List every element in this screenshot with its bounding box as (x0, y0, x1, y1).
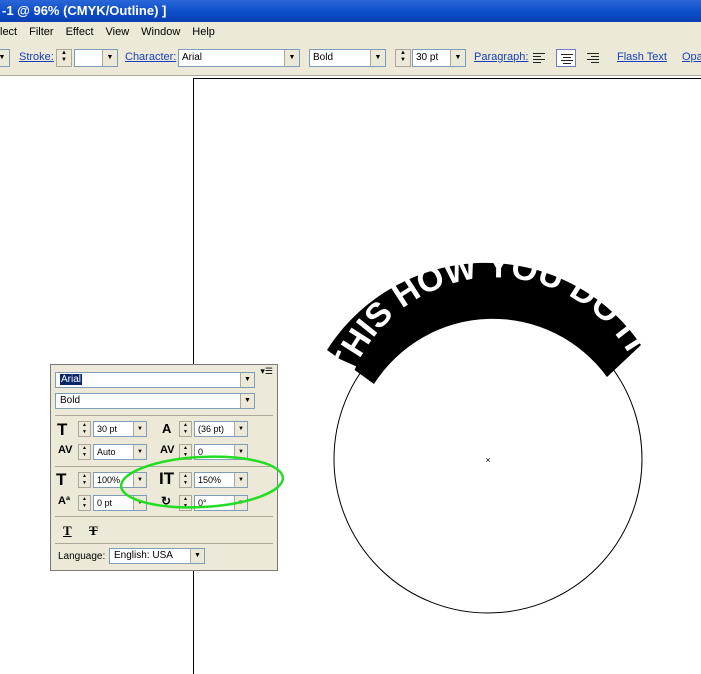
character-rotation-stepper[interactable]: ▲ ▼ (179, 495, 192, 511)
leading-icon: A (162, 421, 172, 436)
panel-divider (55, 516, 273, 517)
kerning-value: Auto (97, 447, 116, 457)
vertical-scale-icon: IT (159, 469, 175, 488)
chevron-down-icon: ▼ (234, 496, 247, 510)
leading-stepper[interactable]: ▲ ▼ (179, 421, 192, 437)
kerning-stepper[interactable]: ▲ ▼ (78, 444, 91, 460)
artwork-canvas[interactable]: THIS HOW YOU DO IT × (0, 0, 701, 674)
horizontal-scale-stepper[interactable]: ▲ ▼ (78, 472, 91, 488)
language-select[interactable]: English: USA ▼ (109, 548, 205, 564)
panel-divider (55, 415, 273, 416)
strikethrough-icon[interactable]: T (89, 523, 98, 539)
tracking-icon: AV (160, 444, 175, 456)
chevron-down-icon: ▼ (133, 473, 146, 487)
chevron-down-icon: ▼ (234, 422, 247, 436)
vertical-scale-field[interactable]: 150% ▼ (194, 472, 248, 488)
kerning-field[interactable]: Auto ▼ (93, 444, 147, 460)
chevron-down-icon: ▼ (240, 394, 254, 408)
center-point-mark: × (485, 455, 490, 465)
vertical-scale-value: 150% (198, 475, 222, 485)
panel-divider (55, 543, 273, 544)
font-size-stepper[interactable]: ▲ ▼ (78, 421, 91, 437)
panel-divider (55, 466, 273, 467)
character-rotation-icon: ↻ (161, 494, 172, 508)
vertical-scale-stepper[interactable]: ▲ ▼ (179, 472, 192, 488)
baseline-shift-icon: Aª (58, 495, 71, 507)
chevron-down-icon: ▼ (234, 473, 247, 487)
tracking-stepper[interactable]: ▲ ▼ (179, 444, 192, 460)
baseline-shift-value: 0 pt (97, 498, 113, 508)
tracking-field[interactable]: 0 ▼ (194, 444, 248, 460)
font-size-field[interactable]: 30 pt ▼ (93, 421, 147, 437)
language-label: Language: (58, 551, 106, 562)
baseline-shift-stepper[interactable]: ▲ ▼ (78, 495, 91, 511)
baseline-shift-field[interactable]: 0 pt ▼ (93, 495, 147, 511)
chevron-down-icon: ▼ (133, 422, 146, 436)
panel-font-family-value: Arial (60, 374, 83, 385)
tracking-value: 0 (198, 447, 204, 457)
horizontal-scale-value: 100% (97, 475, 121, 485)
chevron-down-icon: ▼ (133, 445, 146, 459)
character-rotation-field[interactable]: 0° ▼ (194, 495, 248, 511)
horizontal-scale-icon: T (56, 470, 67, 489)
chevron-down-icon: ▼ (190, 549, 204, 563)
panel-font-style-value: Bold (60, 395, 81, 406)
panel-menu-icon[interactable]: ▾☰ (260, 366, 273, 377)
font-size-value: 30 pt (97, 424, 118, 434)
panel-font-family-select[interactable]: Arial ▼ (55, 372, 255, 388)
leading-value: (36 pt) (198, 424, 225, 434)
character-panel: ▾☰ Arial ▼ Bold ▼ T ▲ ▼ 30 pt ▼ A ▲ ▼ (36 … (50, 364, 278, 571)
language-value: English: USA (114, 550, 173, 561)
underline-icon[interactable]: T (63, 523, 72, 539)
chevron-down-icon: ▼ (234, 445, 247, 459)
font-size-icon: T (57, 420, 68, 439)
character-rotation-value: 0° (198, 498, 207, 508)
kerning-icon: AV (58, 444, 73, 456)
leading-field[interactable]: (36 pt) ▼ (194, 421, 248, 437)
chevron-down-icon: ▼ (240, 373, 254, 387)
chevron-down-icon: ▼ (133, 496, 146, 510)
panel-font-style-select[interactable]: Bold ▼ (55, 393, 255, 409)
horizontal-scale-field[interactable]: 100% ▼ (93, 472, 147, 488)
